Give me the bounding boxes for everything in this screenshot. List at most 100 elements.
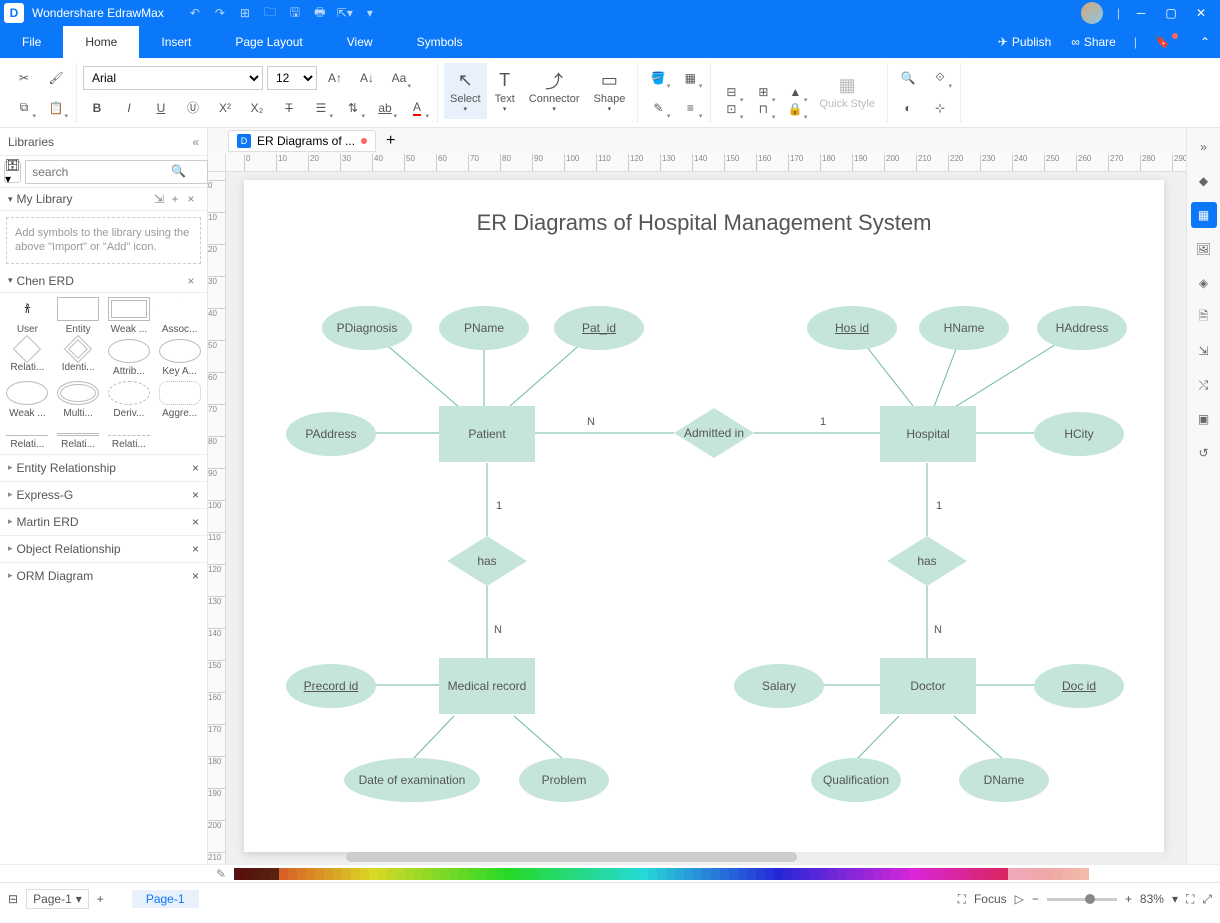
library-filter-icon[interactable]: 🗄▾ bbox=[4, 161, 21, 183]
attr-salary[interactable]: Salary bbox=[734, 664, 824, 708]
fontsize-select[interactable]: 12 bbox=[267, 66, 317, 90]
document-tab[interactable]: D ER Diagrams of ... bbox=[228, 130, 376, 152]
crop-icon[interactable]: ⟐ bbox=[926, 65, 954, 91]
page[interactable]: ER Diagrams of Hospital Management Syste… bbox=[244, 180, 1164, 852]
attr-pname[interactable]: PName bbox=[439, 306, 529, 350]
strikethrough-icon[interactable]: T bbox=[275, 95, 303, 121]
horizontal-scrollbar[interactable] bbox=[346, 852, 1166, 862]
page-tab-1[interactable]: Page-1 bbox=[132, 890, 199, 908]
lock-icon[interactable]: 🔒 bbox=[781, 96, 809, 122]
shape-attrib[interactable]: Attrib... bbox=[106, 339, 153, 377]
pageview-icon[interactable]: ⊟ bbox=[8, 892, 18, 906]
shape-line2[interactable]: Relati... bbox=[55, 423, 102, 450]
tab-pagelayout[interactable]: Page Layout bbox=[213, 26, 324, 58]
present-icon[interactable]: ▣ bbox=[1191, 406, 1217, 432]
shape-aggre[interactable]: Aggre... bbox=[156, 381, 203, 419]
cat-expressg[interactable]: ▸Express-G× bbox=[0, 481, 207, 508]
attr-haddress[interactable]: HAddress bbox=[1037, 306, 1127, 350]
attr-hname[interactable]: HName bbox=[919, 306, 1009, 350]
curved-icon[interactable]: Ⓤ bbox=[179, 95, 207, 121]
cut-icon[interactable]: ✂ bbox=[10, 65, 38, 91]
zoom-in-icon[interactable]: + bbox=[1125, 892, 1132, 906]
attr-dname[interactable]: DName bbox=[959, 758, 1049, 802]
paste-icon[interactable]: 📋 bbox=[42, 95, 70, 121]
rel-admitted[interactable]: Admitted in bbox=[674, 408, 754, 458]
tab-symbols[interactable]: Symbols bbox=[395, 26, 485, 58]
connector-tool[interactable]: ⤴Connector▾ bbox=[523, 63, 586, 119]
bullets-icon[interactable]: ☰ bbox=[307, 95, 335, 121]
superscript-icon[interactable]: X² bbox=[211, 95, 239, 121]
focus-icon[interactable]: ⛶ bbox=[958, 892, 966, 907]
linespacing-icon[interactable]: ⇅ bbox=[339, 95, 367, 121]
shape-deriv[interactable]: Deriv... bbox=[106, 381, 153, 419]
format-panel-icon[interactable]: ▦ bbox=[1191, 202, 1217, 228]
shape-line1[interactable]: Relati... bbox=[4, 423, 51, 450]
close-section-icon[interactable]: × bbox=[183, 192, 199, 206]
notifications-icon[interactable]: 🔖 bbox=[1145, 26, 1190, 58]
attr-paddress[interactable]: PAddress bbox=[286, 412, 376, 456]
attr-patid[interactable]: Pat_id bbox=[554, 306, 644, 350]
attr-qualification[interactable]: Qualification bbox=[811, 758, 901, 802]
tab-insert[interactable]: Insert bbox=[139, 26, 213, 58]
rel-has1[interactable]: has bbox=[447, 536, 527, 586]
zoom-slider[interactable] bbox=[1047, 898, 1117, 901]
minimize-button[interactable]: ─ bbox=[1126, 0, 1156, 26]
highlight-icon[interactable]: ab bbox=[371, 95, 399, 121]
fill-icon[interactable]: 🪣 bbox=[644, 65, 672, 91]
shape-weakattr[interactable]: Weak ... bbox=[4, 381, 51, 419]
add-page-icon[interactable]: + bbox=[97, 892, 104, 906]
collapse-right-icon[interactable]: » bbox=[1191, 134, 1217, 160]
attr-hosid[interactable]: Hos id bbox=[807, 306, 897, 350]
shape-keyattr[interactable]: Key A... bbox=[156, 339, 203, 377]
redo-icon[interactable]: ↷ bbox=[209, 3, 231, 23]
avatar[interactable] bbox=[1081, 2, 1103, 24]
entity-patient[interactable]: Patient bbox=[439, 406, 535, 462]
entity-doctor[interactable]: Doctor bbox=[880, 658, 976, 714]
layers-icon[interactable]: ◈ bbox=[1191, 270, 1217, 296]
share-button[interactable]: ∞Share bbox=[1061, 26, 1126, 58]
format-painter-icon[interactable]: 🖌 bbox=[42, 65, 70, 91]
lineweight-icon[interactable]: ≡ bbox=[676, 95, 704, 121]
select-tool[interactable]: ↖Select▾ bbox=[444, 63, 487, 119]
pen-icon[interactable]: ✎ bbox=[216, 867, 234, 881]
history-icon[interactable]: ↺ bbox=[1191, 440, 1217, 466]
cat-martin[interactable]: ▸Martin ERD× bbox=[0, 508, 207, 535]
underline-icon[interactable]: U bbox=[147, 95, 175, 121]
shape-rel[interactable]: Relati... bbox=[4, 339, 51, 377]
copy-icon[interactable]: ⧉ bbox=[10, 95, 38, 121]
export-panel-icon[interactable]: ⇲ bbox=[1191, 338, 1217, 364]
shape-user[interactable]: 𐀪User bbox=[4, 297, 51, 335]
shuffle-icon[interactable]: ⤭ bbox=[1191, 372, 1217, 398]
text-tool[interactable]: TText▾ bbox=[489, 63, 521, 119]
group-icon[interactable]: ⊡ bbox=[717, 96, 745, 122]
shape-entity[interactable]: Entity bbox=[55, 297, 102, 335]
fontcolor-icon[interactable]: A bbox=[403, 95, 431, 121]
zoom-out-icon[interactable]: − bbox=[1032, 892, 1039, 906]
close-chen-icon[interactable]: × bbox=[183, 274, 199, 288]
open-icon[interactable]: 🗀 bbox=[259, 3, 281, 23]
image-panel-icon[interactable]: 🖼 bbox=[1191, 236, 1217, 262]
chenerd-section[interactable]: ▾Chen ERD × bbox=[0, 270, 207, 293]
collapse-ribbon-icon[interactable]: ⌃ bbox=[1190, 26, 1220, 58]
export-icon[interactable]: ⇱▾ bbox=[334, 3, 356, 23]
shape-line3[interactable]: Relati... bbox=[106, 423, 153, 450]
undo-icon[interactable]: ↶ bbox=[184, 3, 206, 23]
import-icon[interactable]: ⇲ bbox=[151, 192, 167, 206]
rel-has2[interactable]: has bbox=[887, 536, 967, 586]
save-icon[interactable]: 🖫 bbox=[284, 3, 306, 23]
subscript-icon[interactable]: X₂ bbox=[243, 95, 271, 121]
new-tab-button[interactable]: + bbox=[386, 132, 395, 150]
cat-orm[interactable]: ▸ORM Diagram× bbox=[0, 562, 207, 589]
font-select[interactable]: Arial bbox=[83, 66, 263, 90]
center-icon[interactable]: ⊹ bbox=[926, 95, 954, 121]
increase-font-icon[interactable]: A↑ bbox=[321, 65, 349, 91]
mylibrary-section[interactable]: ▾My Library ⇲ + × bbox=[0, 188, 207, 211]
new-icon[interactable]: ⊞ bbox=[234, 3, 256, 23]
arrange-icon[interactable]: ⊓ bbox=[749, 96, 777, 122]
attr-pdiagnosis[interactable]: PDiagnosis bbox=[322, 306, 412, 350]
print-icon[interactable]: 🖶 bbox=[309, 3, 331, 23]
italic-icon[interactable]: I bbox=[115, 95, 143, 121]
attr-problem[interactable]: Problem bbox=[519, 758, 609, 802]
bold-icon[interactable]: B bbox=[83, 95, 111, 121]
canvas[interactable]: ER Diagrams of Hospital Management Syste… bbox=[226, 172, 1186, 864]
